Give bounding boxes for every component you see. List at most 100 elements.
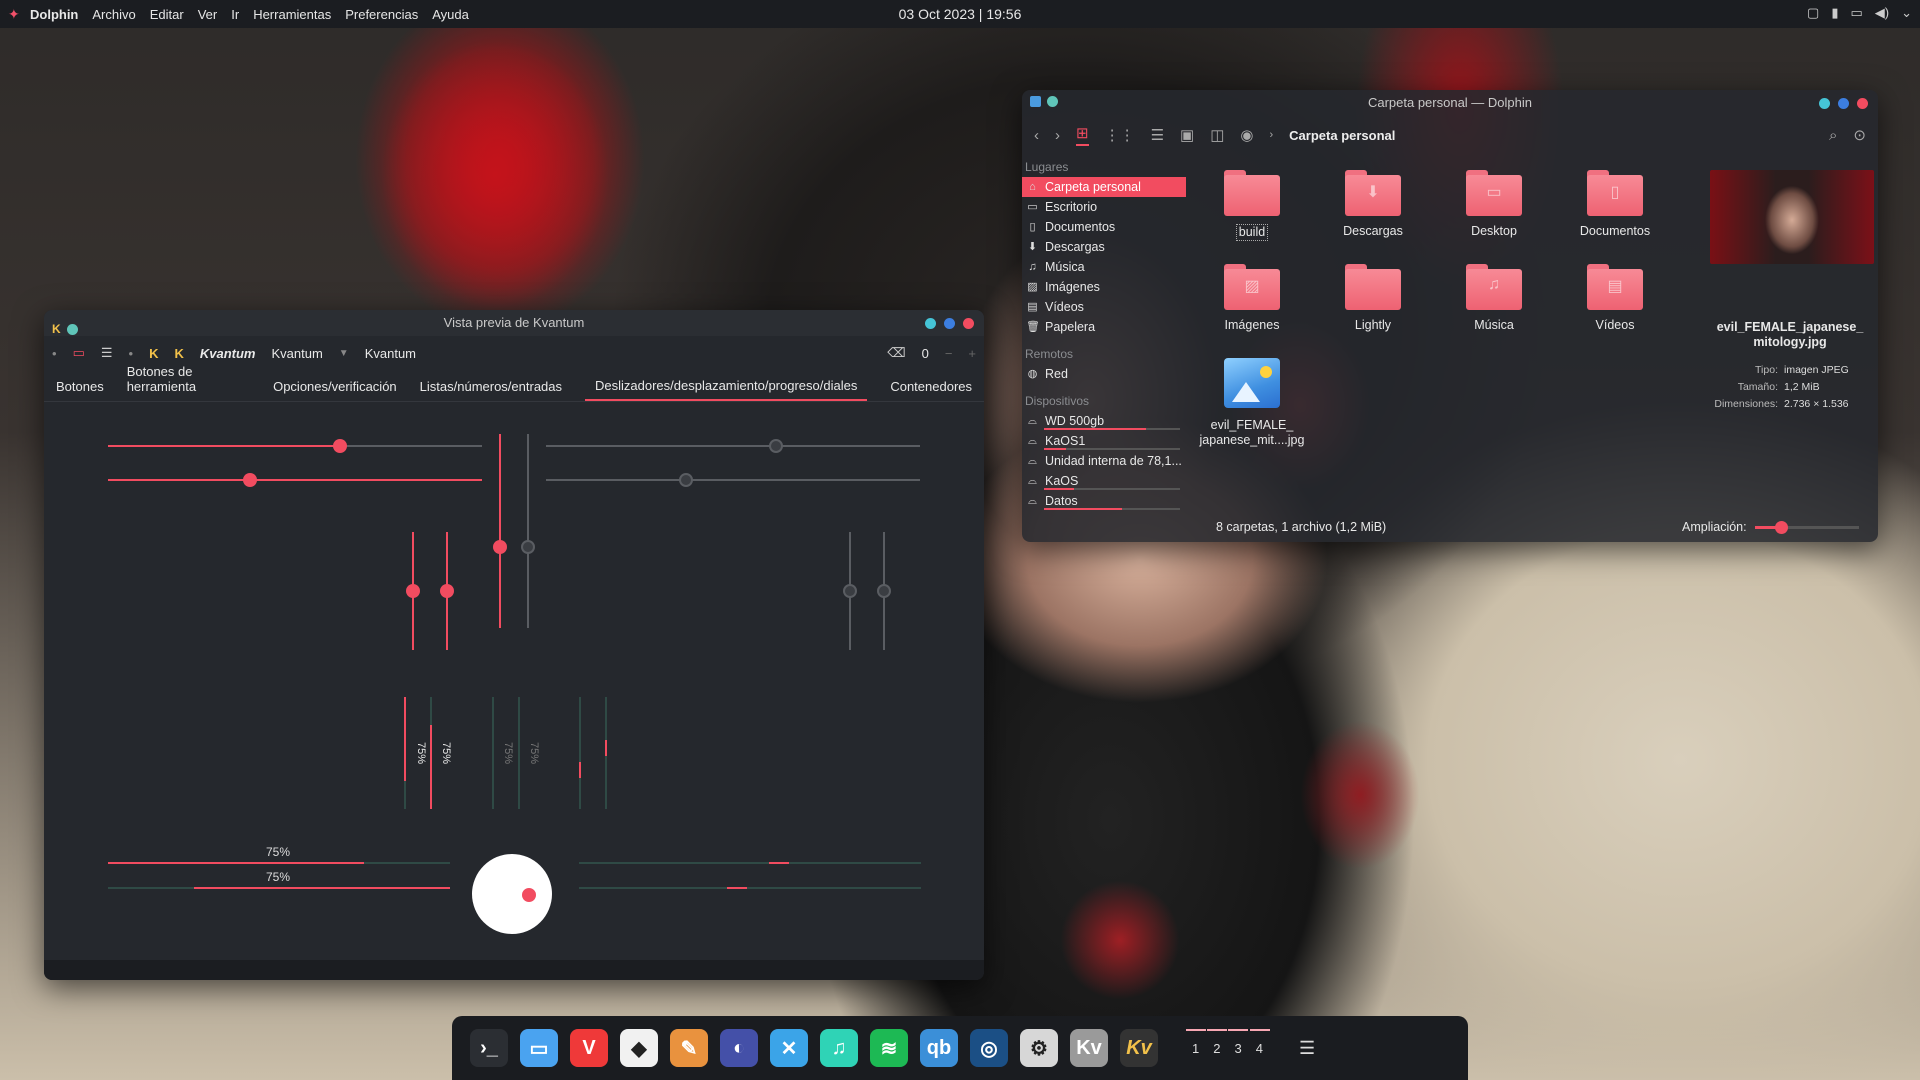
close-button[interactable] [963,318,974,329]
place-item[interactable]: ▤ Vídeos [1022,297,1186,317]
minimize-button[interactable] [1819,98,1830,109]
chevron-down-icon[interactable]: ⌄ [1901,5,1912,21]
menu-ayuda[interactable]: Ayuda [432,7,469,22]
system-settings-icon[interactable]: ⚙ [1020,1029,1058,1067]
dial[interactable] [472,854,552,934]
forward-icon[interactable]: › [1055,127,1060,144]
tab-1[interactable]: Botones [56,379,104,401]
clear-icon[interactable]: ⌫ [887,345,905,361]
kdeconnect-icon[interactable]: ◐ [720,1029,758,1067]
details-view-icon[interactable]: ☰ [1151,126,1164,144]
icons-view-icon[interactable]: ⊞ [1076,124,1089,146]
steam-icon[interactable]: ◎ [970,1029,1008,1067]
file-item[interactable]: ⬇ Descargas [1313,170,1433,239]
workspace-4[interactable]: 4 [1249,1028,1271,1056]
place-item[interactable]: ⌂ Carpeta personal [1022,177,1186,197]
vertical-slider-handle[interactable] [406,584,420,598]
place-item-red[interactable]: ◍ Red [1022,364,1186,384]
chevron-down-icon[interactable]: ▼ [339,348,349,359]
increment-icon[interactable]: + [968,346,976,361]
place-item[interactable]: ▯ Documentos [1022,217,1186,237]
menu-archivo[interactable]: Archivo [92,7,135,22]
slider-handle[interactable] [333,439,347,453]
file-item[interactable]: ▭ Desktop [1434,170,1554,239]
tab-3[interactable]: Opciones/verificación [273,379,397,401]
place-item[interactable]: 🗑 Papelera [1022,317,1186,337]
vertical-slider-handle[interactable] [843,584,857,598]
file-item[interactable]: ▯ Documentos [1555,170,1675,239]
pin-button[interactable] [66,323,78,335]
hamburger-menu-icon[interactable]: ⊙ [1853,126,1866,144]
device-item[interactable]: ⌓ Datos [1022,491,1186,511]
tab-2[interactable]: Botones de herramienta [127,364,250,401]
clipboard-icon[interactable]: ▢ [1807,5,1819,21]
tab-5[interactable]: Deslizadores/desplazamiento/progreso/dia… [585,378,868,401]
vertical-slider-handle[interactable] [877,584,891,598]
kvantum-scrollbar[interactable] [44,960,984,980]
file-item[interactable]: Lightly [1313,264,1433,333]
theme-combo[interactable]: Kvantum [271,346,322,361]
compact-view-icon[interactable]: ⋮⋮ [1105,126,1135,144]
menu-editar[interactable]: Editar [150,7,184,22]
spin-value[interactable]: 0 [922,346,929,361]
back-icon[interactable]: ‹ [1034,127,1039,144]
file-item[interactable]: ▨ Imágenes [1192,264,1312,333]
qbittorrent-icon[interactable]: qb [920,1029,958,1067]
split-view-icon[interactable]: ◫ [1210,126,1224,144]
battery-icon[interactable]: ▮ [1831,5,1838,21]
pin-button[interactable] [1047,96,1058,107]
file-item[interactable]: ♫ Música [1434,264,1554,333]
volume-icon[interactable]: ◀) [1875,5,1889,21]
menu-ver[interactable]: Ver [198,7,218,22]
device-item[interactable]: ⌓ WD 500gb [1022,411,1186,431]
zoom-slider-handle[interactable] [1775,521,1788,534]
minimize-button[interactable] [925,318,936,329]
place-item[interactable]: ♫ Música [1022,257,1186,277]
workspace-1[interactable]: 1 [1185,1028,1207,1056]
list-icon[interactable]: ☰ [101,345,113,361]
workspace-3[interactable]: 3 [1228,1028,1249,1056]
maximize-button[interactable] [1838,98,1849,109]
place-item[interactable]: ▭ Escritorio [1022,197,1186,217]
menu-ir[interactable]: Ir [231,7,239,22]
menu-lines-icon[interactable]: ☰ [1299,1038,1315,1059]
menu-herramientas[interactable]: Herramientas [253,7,331,22]
music-icon[interactable]: ♫ [820,1029,858,1067]
tab-4[interactable]: Listas/números/entradas [420,379,562,401]
app-launcher-icon[interactable]: ✦ [8,7,22,21]
inkscape-icon[interactable]: ◆ [620,1029,658,1067]
slider-handle[interactable] [679,473,693,487]
close-button[interactable] [1857,98,1868,109]
place-item[interactable]: ▨ Imágenes [1022,277,1186,297]
workspace-2[interactable]: 2 [1207,1028,1228,1056]
kvantum-icon[interactable]: K [174,346,183,361]
kvantum-manager-icon[interactable]: Kv [1070,1029,1108,1067]
decrement-icon[interactable]: − [945,346,953,361]
vertical-slider-handle[interactable] [521,540,535,554]
breadcrumb[interactable]: Carpeta personal [1289,128,1395,143]
terminal-icon[interactable]: ›_ [470,1029,508,1067]
vertical-slider-handle[interactable] [493,540,507,554]
file-item[interactable]: build [1192,170,1312,241]
place-item[interactable]: ⬇ Descargas [1022,237,1186,257]
window-icon[interactable]: ▭ [73,345,85,361]
file-item[interactable]: ▤ Vídeos [1555,264,1675,333]
spotify-icon[interactable]: ≋ [870,1029,908,1067]
preview-icon[interactable]: ▣ [1180,126,1194,144]
device-item[interactable]: ⌓ KaOS [1022,471,1186,491]
vertical-slider-handle[interactable] [440,584,454,598]
kate-icon[interactable]: ✕ [770,1029,808,1067]
kvantum-icon[interactable]: K [149,346,158,361]
device-item[interactable]: ⌓ Unidad interna de 78,1... [1022,451,1186,471]
file-item[interactable]: evil_FEMALE_ japanese_mit....jpg [1192,358,1312,448]
slider-handle[interactable] [769,439,783,453]
search-icon[interactable]: ⌕ [1829,127,1837,144]
menu-preferencias[interactable]: Preferencias [345,7,418,22]
vivaldi-icon[interactable]: V [570,1029,608,1067]
maximize-button[interactable] [944,318,955,329]
dial-handle[interactable] [522,888,536,902]
tab-6[interactable]: Contenedores [890,379,972,401]
window-menu-icon[interactable] [1030,96,1041,107]
display-icon[interactable]: ▭ [1850,5,1862,21]
kvantum-icon[interactable]: Kv [1120,1029,1158,1067]
